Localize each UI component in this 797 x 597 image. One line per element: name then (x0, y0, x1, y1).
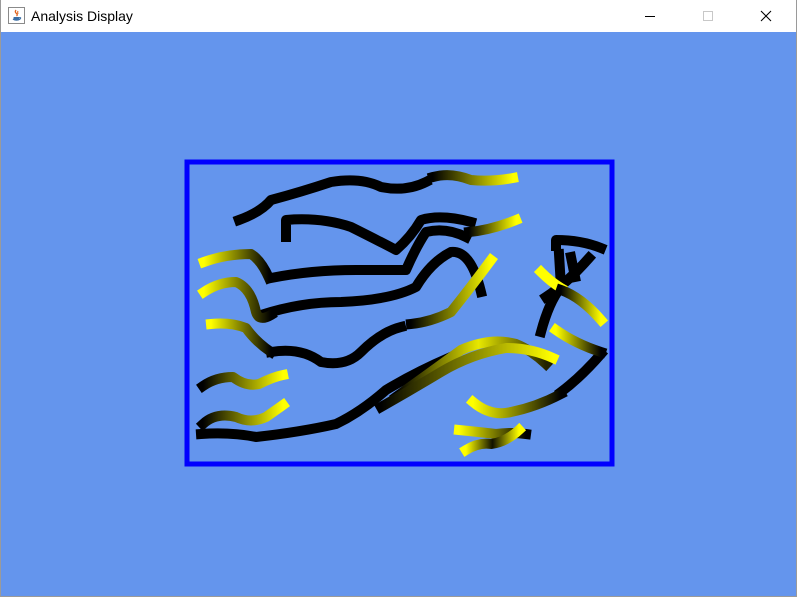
maximize-icon (703, 11, 713, 21)
display-area (1, 32, 796, 596)
close-icon (760, 10, 772, 22)
stroke-path (426, 170, 519, 186)
title-bar[interactable]: Analysis Display (1, 0, 796, 32)
canvas-background (1, 32, 796, 596)
app-window: Analysis Display (0, 0, 797, 597)
maximize-button[interactable] (685, 0, 731, 32)
close-button[interactable] (743, 0, 789, 32)
minimize-button[interactable] (627, 0, 673, 32)
analysis-canvas (1, 32, 796, 596)
minimize-icon (645, 16, 655, 17)
window-title: Analysis Display (31, 8, 133, 24)
java-icon[interactable] (8, 7, 25, 24)
